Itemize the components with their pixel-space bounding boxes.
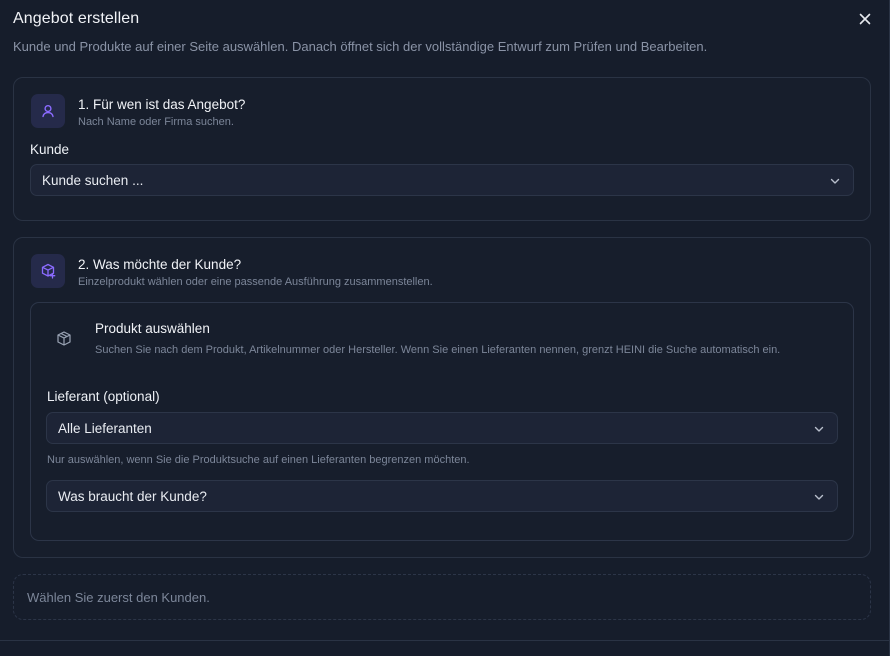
step-1-title: 1. Für wen ist das Angebot? (78, 97, 246, 112)
customer-need-select-value: Was braucht der Kunde? (58, 488, 207, 504)
customer-select[interactable]: Kunde suchen ... (30, 164, 854, 196)
supplier-select-value: Alle Lieferanten (58, 420, 152, 436)
create-offer-dialog: Angebot erstellen Kunde und Produkte auf… (0, 0, 890, 656)
product-selection-panel: Produkt auswählen Suchen Sie nach dem Pr… (30, 302, 854, 541)
supplier-label: Lieferant (optional) (47, 389, 160, 404)
step-2-description: Einzelprodukt wählen oder eine passende … (78, 276, 433, 288)
chevron-down-icon (814, 426, 824, 432)
customer-step-card: 1. Für wen ist das Angebot? Nach Name od… (13, 77, 871, 221)
chevron-down-icon (830, 178, 840, 184)
supplier-select[interactable]: Alle Lieferanten (46, 412, 838, 444)
customer-need-select[interactable]: Was braucht der Kunde? (46, 480, 838, 512)
notice-text: Wählen Sie zuerst den Kunden. (27, 589, 210, 605)
footer-divider (0, 640, 890, 641)
close-button[interactable] (856, 10, 874, 28)
close-icon (859, 13, 871, 25)
supplier-hint: Nur auswählen, wenn Sie die Produktsuche… (47, 454, 470, 466)
package-icon-badge (31, 254, 65, 288)
customer-label: Kunde (30, 142, 70, 157)
package-icon (57, 331, 71, 346)
user-icon (42, 104, 54, 118)
dialog-subtitle: Kunde und Produkte auf einer Seite auswä… (13, 39, 708, 54)
product-panel-description: Suchen Sie nach dem Produkt, Artikelnumm… (95, 344, 781, 356)
package-plus-icon (41, 263, 56, 279)
dialog-title: Angebot erstellen (13, 10, 140, 27)
product-panel-title: Produkt auswählen (95, 321, 210, 336)
step-2-title: 2. Was möchte der Kunde? (78, 257, 242, 272)
customer-select-value: Kunde suchen ... (42, 172, 144, 188)
chevron-down-icon (814, 494, 824, 500)
product-step-card: 2. Was möchte der Kunde? Einzelprodukt w… (13, 237, 871, 558)
step-1-description: Nach Name oder Firma suchen. (78, 116, 234, 128)
select-customer-first-notice: Wählen Sie zuerst den Kunden. (13, 574, 871, 620)
user-icon-badge (31, 94, 65, 128)
